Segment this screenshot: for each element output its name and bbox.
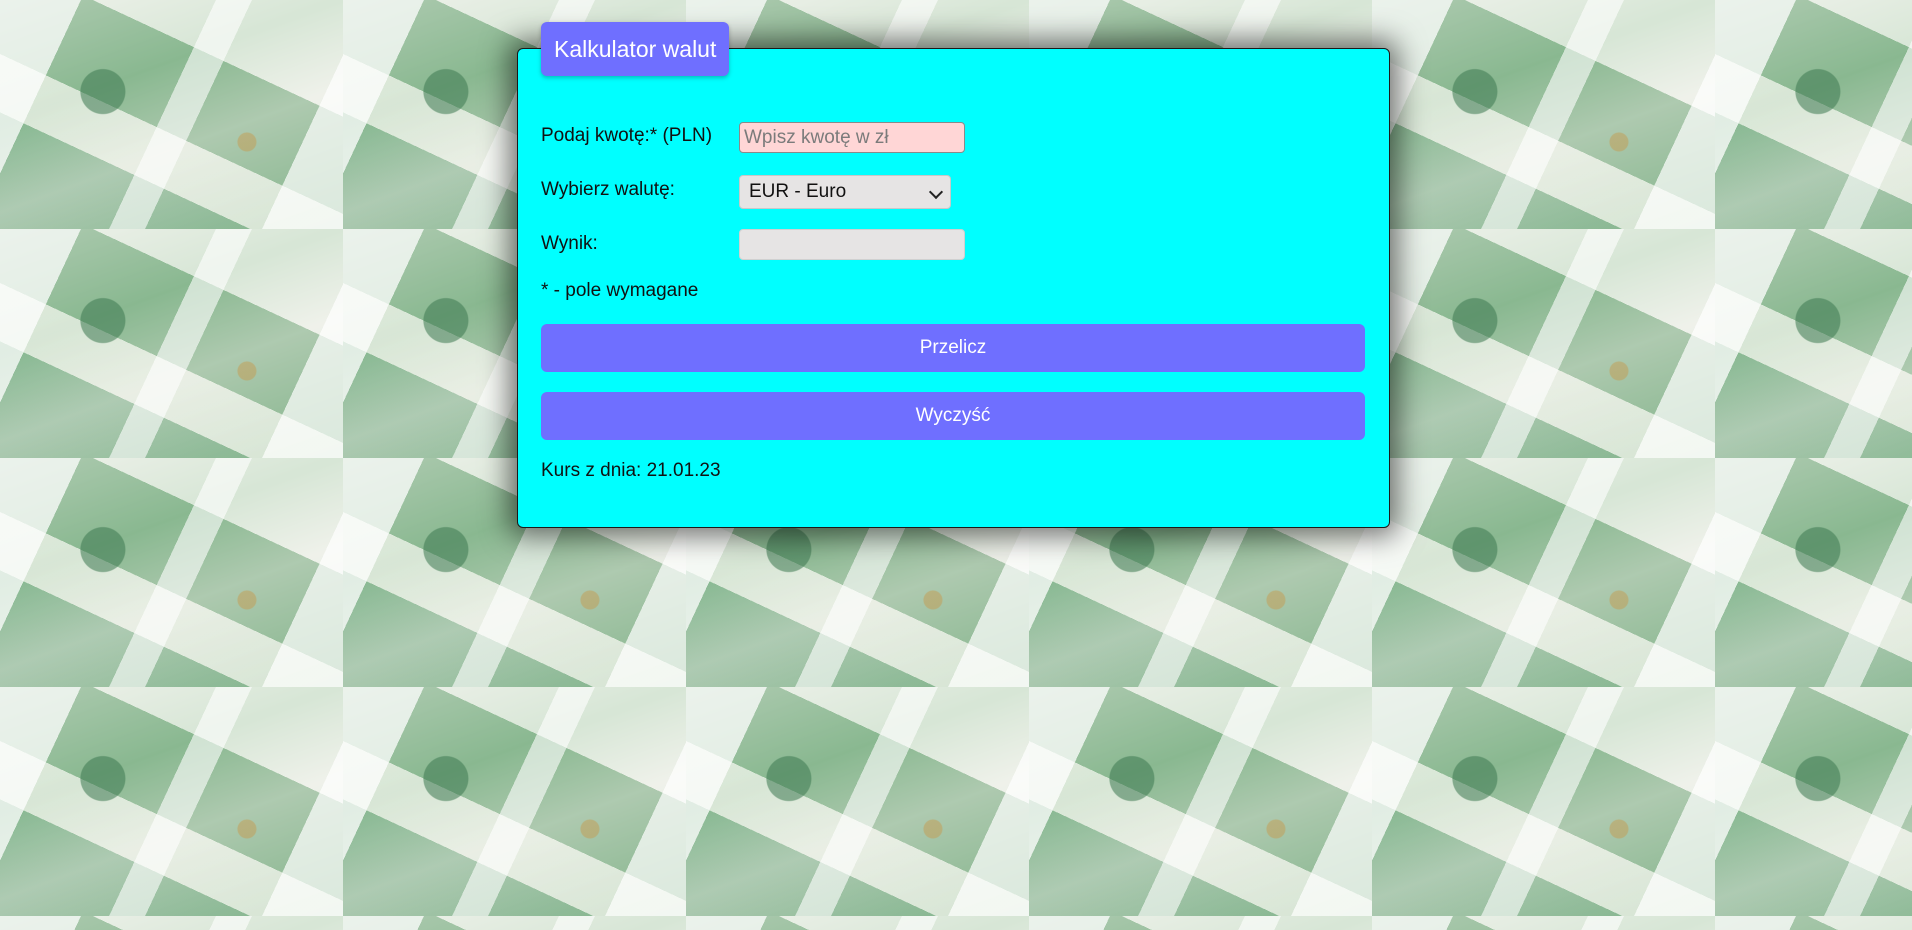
- required-note: * - pole wymagane: [541, 280, 699, 301]
- result-field: [739, 229, 965, 260]
- currency-select[interactable]: EUR - Euro: [739, 175, 951, 209]
- currency-selected-value: EUR - Euro: [749, 181, 847, 202]
- clear-button[interactable]: Wyczyść: [541, 392, 1365, 440]
- exchange-rate-date: Kurs z dnia: 21.01.23: [541, 460, 721, 481]
- result-label: Wynik:: [541, 233, 598, 254]
- calculator-title: Kalkulator walut: [541, 22, 730, 76]
- amount-label: Podaj kwotę:* (PLN): [541, 125, 713, 146]
- chevron-down-icon: [928, 184, 944, 200]
- convert-button[interactable]: Przelicz: [541, 324, 1365, 372]
- amount-input[interactable]: [739, 122, 965, 153]
- currency-label: Wybierz walutę:: [541, 179, 675, 200]
